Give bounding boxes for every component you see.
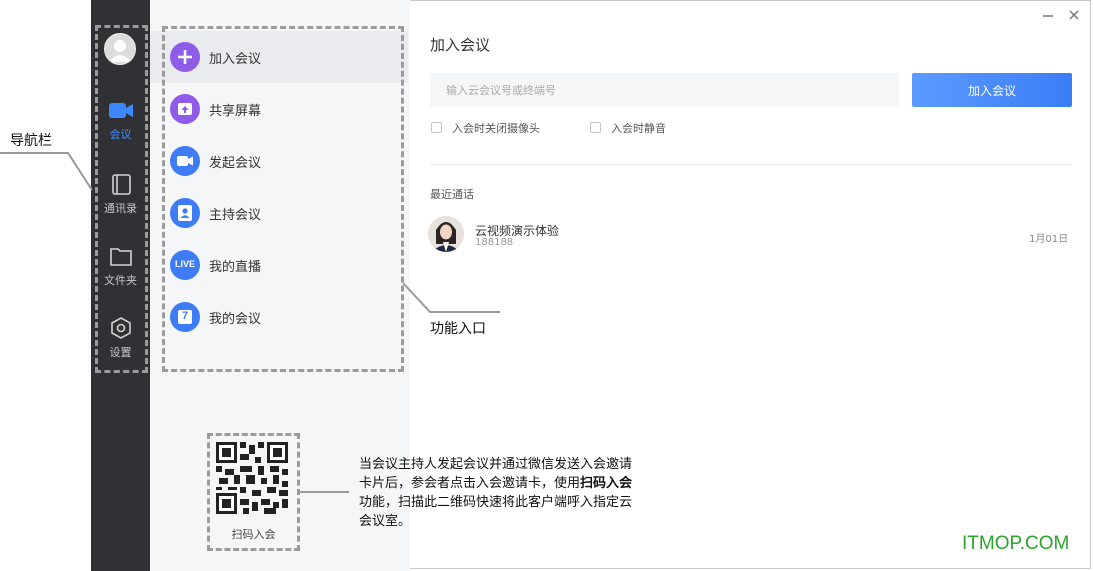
recent-call-avatar	[428, 216, 464, 252]
camera-off-checkbox[interactable]	[431, 122, 442, 133]
qr-code-icon[interactable]	[216, 442, 288, 514]
mute-label: 入会时静音	[611, 122, 666, 135]
divider	[430, 164, 1072, 165]
qr-desc-part2: 功能，扫描此二维码快速将此客户端呼入指定云会议室。	[359, 495, 633, 529]
nav-annotation-line	[0, 152, 93, 191]
function-annotation-label: 功能入口	[430, 321, 486, 337]
function-annotation-box	[162, 26, 404, 372]
close-icon[interactable]	[1066, 7, 1082, 23]
camera-off-label: 入会时关闭摄像头	[452, 122, 540, 135]
watermark: ITMOP.COM	[962, 533, 1070, 554]
minimize-icon[interactable]	[1040, 8, 1056, 24]
join-meeting-button[interactable]: 加入会议	[912, 73, 1072, 107]
mute-checkbox[interactable]	[590, 122, 601, 133]
recent-calls-title: 最近通话	[430, 188, 474, 201]
recent-call-id: 188188	[475, 237, 514, 248]
function-annotation-line	[402, 282, 500, 313]
qr-annotation-line	[300, 491, 349, 493]
nav-annotation-label: 导航栏	[10, 133, 52, 149]
meeting-number-input[interactable]	[430, 73, 899, 107]
qr-desc-bold: 扫码入会	[580, 476, 633, 491]
recent-call-date: 1月01日	[1029, 234, 1069, 245]
qr-description: 当会议主持人发起会议并通过微信发送入会邀请卡片后，参会者点击入会邀请卡，使用扫码…	[359, 455, 637, 531]
qr-caption: 扫码入会	[231, 528, 276, 541]
page-title: 加入会议	[430, 36, 491, 54]
nav-annotation-box	[95, 25, 148, 373]
